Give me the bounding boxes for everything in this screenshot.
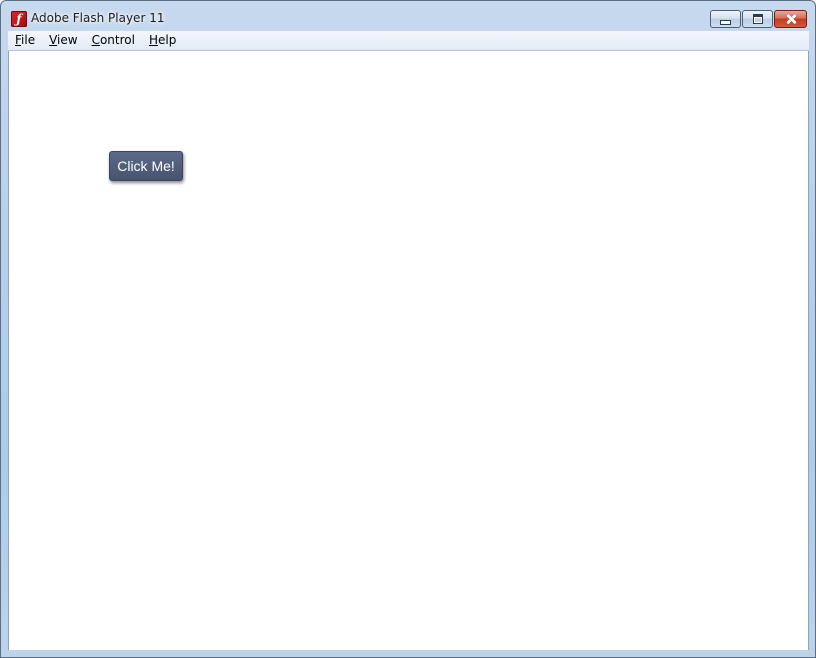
menu-file[interactable]: File [8,31,42,50]
menu-control[interactable]: Control [85,31,142,50]
title-bar[interactable]: ƒ Adobe Flash Player 11 [1,1,815,31]
app-window: ƒ Adobe Flash Player 11 File View Contro… [0,0,816,658]
menu-view[interactable]: View [42,31,84,50]
menu-file-label: ile [21,33,36,47]
menu-bar: File View Control Help [8,31,809,51]
menu-control-label: ontrol [99,33,135,47]
minimize-icon [720,19,731,25]
close-icon [785,13,797,25]
menu-help-label: elp [158,33,177,47]
window-title: Adobe Flash Player 11 [31,11,165,25]
minimize-button[interactable] [710,10,741,28]
maximize-icon [752,14,763,24]
flash-player-icon[interactable]: ƒ [11,11,27,27]
maximize-button[interactable] [742,10,773,28]
close-button[interactable] [774,10,807,28]
flash-content-area: Click Me! [8,51,809,650]
menu-view-label: iew [57,33,78,47]
menu-control-accel: C [91,33,100,47]
menu-help-accel: H [148,33,158,47]
menu-help[interactable]: Help [142,31,183,50]
menu-view-accel: V [49,33,58,47]
click-me-button[interactable]: Click Me! [109,151,183,181]
